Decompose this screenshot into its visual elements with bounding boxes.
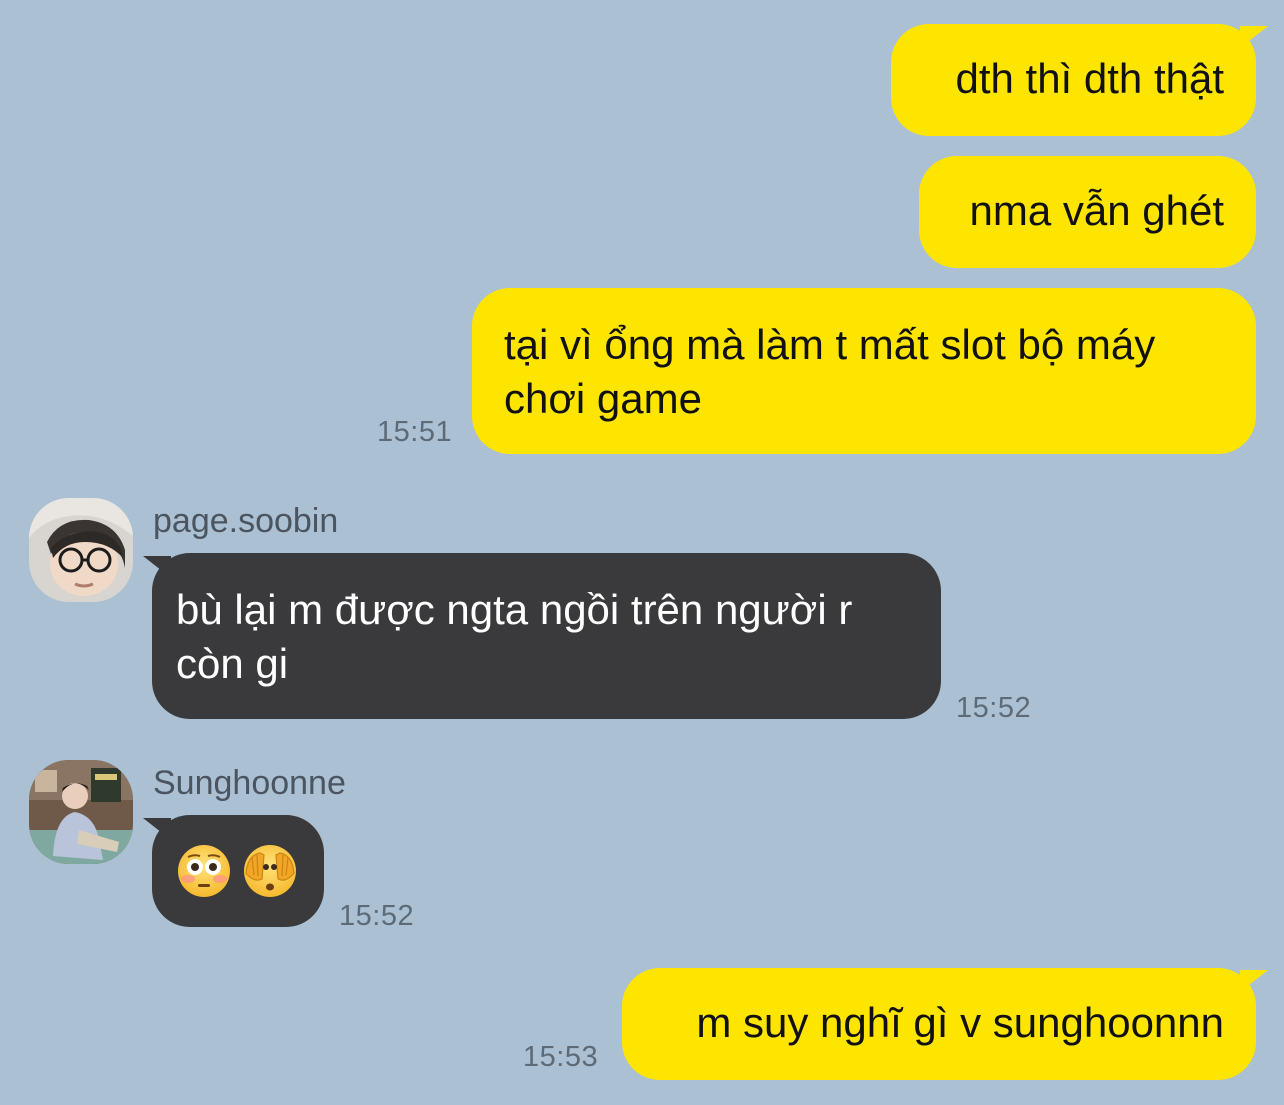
message-text: dth thì dth thật xyxy=(955,55,1224,102)
bubble-tail xyxy=(1240,970,1268,992)
profile-photo-icon xyxy=(29,498,133,602)
message-timestamp: 15:52 xyxy=(956,692,1032,724)
message-timestamp: 15:53 xyxy=(523,1041,599,1073)
message-timestamp: 15:51 xyxy=(377,416,453,448)
message-bubble-outgoing[interactable]: dth thì dth thật xyxy=(891,24,1256,136)
message-text: nma vẫn ghét xyxy=(969,187,1224,234)
message-text: m suy nghĩ gì v sunghoonnn xyxy=(696,999,1224,1046)
sender-name: Sunghoonne xyxy=(153,764,346,802)
message-timestamp: 15:52 xyxy=(339,900,415,932)
bubble-tail xyxy=(143,556,171,578)
flushed-face-emoji-icon xyxy=(178,845,230,897)
face-with-hands-over-eyes-emoji-icon xyxy=(244,845,296,897)
message-bubble-incoming[interactable] xyxy=(152,815,324,927)
profile-photo-icon xyxy=(29,760,133,864)
sender-name: page.soobin xyxy=(153,502,339,540)
message-bubble-outgoing[interactable]: m suy nghĩ gì v sunghoonnn xyxy=(622,968,1256,1080)
message-bubble-outgoing[interactable]: tại vì ổng mà làm t mất slot bộ máy chơi… xyxy=(472,288,1256,454)
message-bubble-outgoing[interactable]: nma vẫn ghét xyxy=(919,156,1256,268)
bubble-tail xyxy=(1240,26,1268,48)
message-bubble-incoming[interactable]: bù lại m được ngta ngồi trên người r còn… xyxy=(152,553,941,719)
message-text: tại vì ổng mà làm t mất slot bộ máy chơi… xyxy=(504,321,1156,422)
bubble-tail xyxy=(143,818,171,840)
avatar-page-soobin[interactable] xyxy=(29,498,133,602)
avatar-sunghoonne[interactable] xyxy=(29,760,133,864)
message-text: bù lại m được ngta ngồi trên người r còn… xyxy=(176,586,853,687)
